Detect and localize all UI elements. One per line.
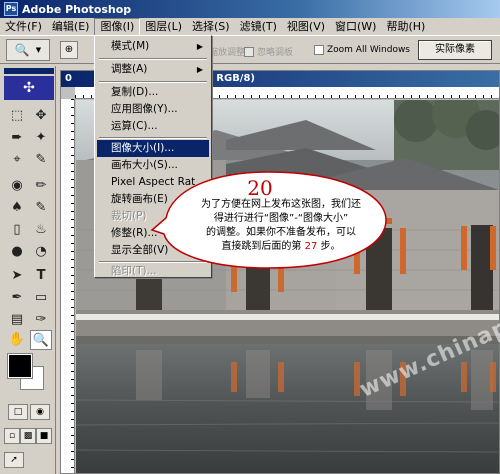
magic-wand-tool-icon[interactable]: ✦	[30, 128, 52, 148]
standard-mode-button[interactable]: □	[8, 404, 28, 420]
full-screen-button[interactable]: ■	[36, 428, 52, 444]
type-tool-icon[interactable]: T	[30, 266, 52, 286]
menu-window[interactable]: 窗口(W)	[330, 18, 381, 36]
menu-edit[interactable]: 编辑(E)	[47, 18, 95, 36]
actual-pixels-button[interactable]: 实际像素	[418, 40, 492, 60]
callout-line-4-end: 步。	[320, 241, 341, 252]
vertical-ruler[interactable]	[61, 99, 75, 473]
eyedropper-tool-icon[interactable]: ✑	[30, 310, 52, 330]
menu-filter[interactable]: 滤镜(T)	[235, 18, 282, 36]
standard-screen-button[interactable]: ▫	[4, 428, 20, 444]
menu-help[interactable]: 帮助(H)	[381, 18, 430, 36]
dodge-tool-icon[interactable]: ◔	[30, 242, 52, 262]
pen-tool-icon[interactable]: ✒	[6, 288, 28, 308]
hand-tool-icon[interactable]: ✋	[6, 330, 28, 350]
menu-item-apply-image[interactable]: 应用图像(Y)...	[97, 101, 209, 118]
clone-stamp-tool-icon[interactable]: ♠	[6, 198, 28, 218]
shape-tool-icon[interactable]: ▭	[30, 288, 52, 308]
healing-brush-tool-icon[interactable]: ◉	[6, 176, 28, 196]
jump-to-imageready-button[interactable]: ➚	[4, 452, 24, 468]
menu-image[interactable]: 图像(I)	[94, 17, 141, 36]
callout-line-2: 得进行进行“图像”-“图像大小”	[213, 213, 349, 224]
callout-line-3: 的调整。如果你不准备发布，可以	[206, 227, 356, 238]
tool-preset-picker[interactable]: 🔍 ▼	[6, 39, 50, 61]
zoom-all-windows-checkbox[interactable]	[314, 45, 324, 55]
full-screen-menu-button[interactable]: ▩	[20, 428, 36, 444]
app-title: Adobe Photoshop	[22, 2, 132, 16]
document-title-right: , RGB/8)	[209, 73, 255, 84]
zoom-all-windows-option[interactable]: Zoom All Windows	[314, 45, 410, 55]
menu-select[interactable]: 选择(S)	[187, 18, 235, 36]
ignore-palettes-label: 忽略调板	[257, 48, 294, 58]
magnifier-icon: 🔍	[14, 43, 30, 57]
photoshop-icon: Ps	[4, 2, 18, 16]
menu-item-duplicate[interactable]: 复制(D)...	[97, 84, 209, 101]
submenu-arrow-icon: ▶	[196, 65, 203, 74]
menu-item-mode[interactable]: 模式(M) ▶	[97, 38, 209, 55]
foreground-color-swatch[interactable]	[7, 353, 33, 379]
zoom-in-icon: ⊕	[64, 44, 74, 55]
feather-logo-icon[interactable]: ✣	[4, 76, 54, 100]
zoom-in-button[interactable]: ⊕	[60, 41, 78, 59]
marquee-tool-icon[interactable]: ⬚	[6, 106, 28, 126]
path-selection-tool-icon[interactable]: ➤	[6, 266, 28, 286]
menu-item-calculations[interactable]: 运算(C)...	[97, 118, 209, 135]
toolbox-grip[interactable]	[4, 68, 54, 74]
quick-mask-mode-button[interactable]: ◉	[30, 404, 50, 420]
callout-target-step: 27	[304, 241, 318, 252]
menu-item-adjust[interactable]: 调整(A) ▶	[97, 61, 209, 78]
callout-line-4-start: 直接跳到后面的第	[221, 241, 302, 252]
lasso-tool-icon[interactable]: ➨	[6, 128, 28, 148]
menu-item-mode-label: 模式(M)	[111, 40, 150, 52]
brush-tool-icon[interactable]: ✏	[30, 176, 52, 196]
document-title-left: 0	[65, 73, 72, 84]
menu-separator	[99, 81, 207, 83]
menu-file[interactable]: 文件(F)	[0, 18, 47, 36]
options-bar: 🔍 ▼ ⊕ 缩放调整 忽略调板 Zoom All Windows 实际像素	[0, 36, 500, 64]
move-tool-icon[interactable]: ✥	[30, 106, 52, 126]
menu-bar: 文件(F) 编辑(E) 图像(I) 图层(L) 选择(S) 滤镜(T) 视图(V…	[0, 17, 500, 36]
toolbox: ✣ ⬚ ✥ ➨ ✦ ⌖ ✎ ◉ ✏ ♠ ✎ ▯ ♨ ● ◔ ➤ T ✒ ▭ ▤ …	[0, 66, 56, 474]
menu-separator	[99, 58, 207, 60]
callout-line-4: 直接跳到后面的第 27 步。	[178, 240, 384, 254]
menu-separator	[99, 137, 207, 139]
paint-bucket-tool-icon[interactable]: ♨	[30, 220, 52, 240]
notes-tool-icon[interactable]: ▤	[6, 310, 28, 330]
chevron-down-icon: ▼	[35, 46, 42, 54]
eraser-tool-icon[interactable]: ▯	[6, 220, 28, 240]
app-title-bar: Ps Adobe Photoshop	[0, 0, 500, 18]
menu-layer[interactable]: 图层(L)	[140, 18, 187, 36]
blur-tool-icon[interactable]: ●	[6, 242, 28, 262]
callout-text: 为了方便在网上发布这张图，我们还 得进行进行“图像”-“图像大小” 的调整。如果…	[178, 198, 384, 254]
history-brush-tool-icon[interactable]: ✎	[30, 198, 52, 218]
callout-line-1: 为了方便在网上发布这张图，我们还	[201, 199, 361, 210]
ignore-palettes-checkbox[interactable]	[244, 46, 254, 57]
submenu-arrow-icon: ▶	[196, 42, 203, 51]
ignore-palettes-option[interactable]: 忽略调板	[244, 45, 293, 58]
slice-tool-icon[interactable]: ✎	[30, 150, 52, 170]
crop-tool-icon[interactable]: ⌖	[6, 150, 28, 170]
menu-item-adjust-label: 调整(A)	[111, 63, 148, 75]
zoom-all-windows-label: Zoom All Windows	[327, 45, 410, 55]
menu-item-image-size[interactable]: 图像大小(I)...	[97, 140, 209, 157]
callout-step-number: 20	[247, 176, 273, 200]
resize-windows-label: 缩放调整	[209, 48, 246, 58]
menu-view[interactable]: 视图(V)	[282, 18, 330, 36]
zoom-tool-icon[interactable]: 🔍	[30, 330, 52, 350]
